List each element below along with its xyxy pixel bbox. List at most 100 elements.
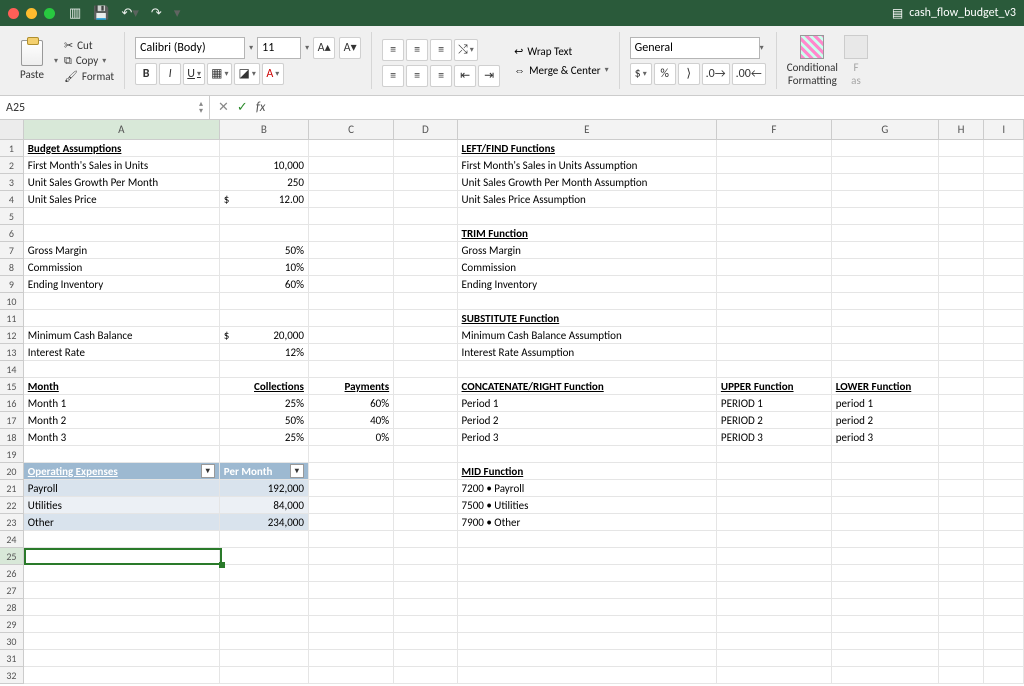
cell-A15[interactable]: Month [24, 378, 220, 395]
cell-B11[interactable] [220, 310, 309, 327]
cell-G3[interactable] [832, 174, 939, 191]
cell-D2[interactable] [394, 157, 457, 174]
cell-F10[interactable] [717, 293, 832, 310]
cell-I20[interactable] [984, 463, 1024, 480]
cell-F8[interactable] [717, 259, 832, 276]
row-header[interactable]: 13 [0, 344, 24, 361]
cell-F27[interactable] [717, 582, 832, 599]
italic-button[interactable]: I [159, 63, 181, 85]
paste-button[interactable]: Paste [16, 38, 48, 83]
cell-H18[interactable] [939, 429, 985, 446]
cell-D13[interactable] [394, 344, 457, 361]
cell-A30[interactable] [24, 633, 220, 650]
cell-G19[interactable] [832, 446, 939, 463]
cell-C31[interactable] [309, 650, 394, 667]
comma-format-button[interactable]: ⟩ [678, 63, 700, 85]
cell-B23[interactable]: 234,000 [220, 514, 309, 531]
row-header[interactable]: 20 [0, 463, 24, 480]
cell-D8[interactable] [394, 259, 457, 276]
cell-C1[interactable] [309, 140, 394, 157]
number-format-select[interactable] [630, 37, 760, 59]
cell-E20[interactable]: MID Function [458, 463, 717, 480]
cell-I18[interactable] [984, 429, 1024, 446]
cell-B17[interactable]: 50% [220, 412, 309, 429]
cell-G32[interactable] [832, 667, 939, 684]
cell-E2[interactable]: First Month's Sales in Units Assumption [458, 157, 717, 174]
row-header[interactable]: 31 [0, 650, 24, 667]
cell-A1[interactable]: Budget Assumptions [24, 140, 220, 157]
cell-A9[interactable]: Ending Inventory [24, 276, 220, 293]
cell-I4[interactable] [984, 191, 1024, 208]
fill-color-button[interactable]: ◪▾ [234, 63, 259, 85]
cell-F30[interactable] [717, 633, 832, 650]
cell-F16[interactable]: PERIOD 1 [717, 395, 832, 412]
col-header-D[interactable]: D [394, 120, 457, 139]
cell-I3[interactable] [984, 174, 1024, 191]
row-header[interactable]: 4 [0, 191, 24, 208]
font-color-button[interactable]: A▾ [262, 63, 284, 85]
cell-D3[interactable] [394, 174, 457, 191]
cell-H21[interactable] [939, 480, 985, 497]
cell-G14[interactable] [832, 361, 939, 378]
cell-E13[interactable]: Interest Rate Assumption [458, 344, 717, 361]
cell-H19[interactable] [939, 446, 985, 463]
cell-H22[interactable] [939, 497, 985, 514]
cell-B15[interactable]: Collections [220, 378, 309, 395]
cell-F15[interactable]: UPPER Function [717, 378, 832, 395]
cell-D1[interactable] [394, 140, 457, 157]
cell-F4[interactable] [717, 191, 832, 208]
accept-formula-icon[interactable]: ✓ [237, 100, 248, 115]
col-header-C[interactable]: C [309, 120, 394, 139]
cell-A13[interactable]: Interest Rate [24, 344, 220, 361]
cell-D17[interactable] [394, 412, 457, 429]
cell-F31[interactable] [717, 650, 832, 667]
cell-F32[interactable] [717, 667, 832, 684]
cell-G28[interactable] [832, 599, 939, 616]
cell-E1[interactable]: LEFT/FIND Functions [458, 140, 717, 157]
cell-H8[interactable] [939, 259, 985, 276]
cell-E18[interactable]: Period 3 [458, 429, 717, 446]
cell-G20[interactable] [832, 463, 939, 480]
cell-G8[interactable] [832, 259, 939, 276]
cell-B30[interactable] [220, 633, 309, 650]
cell-D30[interactable] [394, 633, 457, 650]
cell-F5[interactable] [717, 208, 832, 225]
conditional-formatting-button[interactable]: Conditional Formatting [787, 35, 838, 87]
cell-F11[interactable] [717, 310, 832, 327]
cell-D16[interactable] [394, 395, 457, 412]
cell-C18[interactable]: 0% [309, 429, 394, 446]
cell-D12[interactable] [394, 327, 457, 344]
cell-G1[interactable] [832, 140, 939, 157]
cell-F18[interactable]: PERIOD 3 [717, 429, 832, 446]
cell-C24[interactable] [309, 531, 394, 548]
cell-D21[interactable] [394, 480, 457, 497]
undo-icon[interactable]: ↶▾ [121, 6, 138, 21]
cell-F28[interactable] [717, 599, 832, 616]
cell-G29[interactable] [832, 616, 939, 633]
cell-C12[interactable] [309, 327, 394, 344]
borders-button[interactable]: ▦▾ [207, 63, 232, 85]
font-size-select[interactable] [257, 37, 301, 59]
cell-D4[interactable] [394, 191, 457, 208]
cell-G15[interactable]: LOWER Function [832, 378, 939, 395]
align-right-icon[interactable]: ≡ [430, 65, 452, 87]
cell-E25[interactable] [458, 548, 717, 565]
row-header[interactable]: 1 [0, 140, 24, 157]
underline-button[interactable]: U▾ [183, 63, 205, 85]
cell-F3[interactable] [717, 174, 832, 191]
cell-D10[interactable] [394, 293, 457, 310]
cell-E24[interactable] [458, 531, 717, 548]
cell-B31[interactable] [220, 650, 309, 667]
cut-button[interactable]: ✂Cut [64, 39, 114, 52]
row-header[interactable]: 28 [0, 599, 24, 616]
cell-A19[interactable] [24, 446, 220, 463]
cell-H20[interactable] [939, 463, 985, 480]
filter-dropdown-icon[interactable]: ▾ [290, 464, 304, 478]
cell-A23[interactable]: Other [24, 514, 220, 531]
cell-D29[interactable] [394, 616, 457, 633]
cell-E30[interactable] [458, 633, 717, 650]
cell-C8[interactable] [309, 259, 394, 276]
cell-H17[interactable] [939, 412, 985, 429]
cell-C13[interactable] [309, 344, 394, 361]
cell-I10[interactable] [984, 293, 1024, 310]
